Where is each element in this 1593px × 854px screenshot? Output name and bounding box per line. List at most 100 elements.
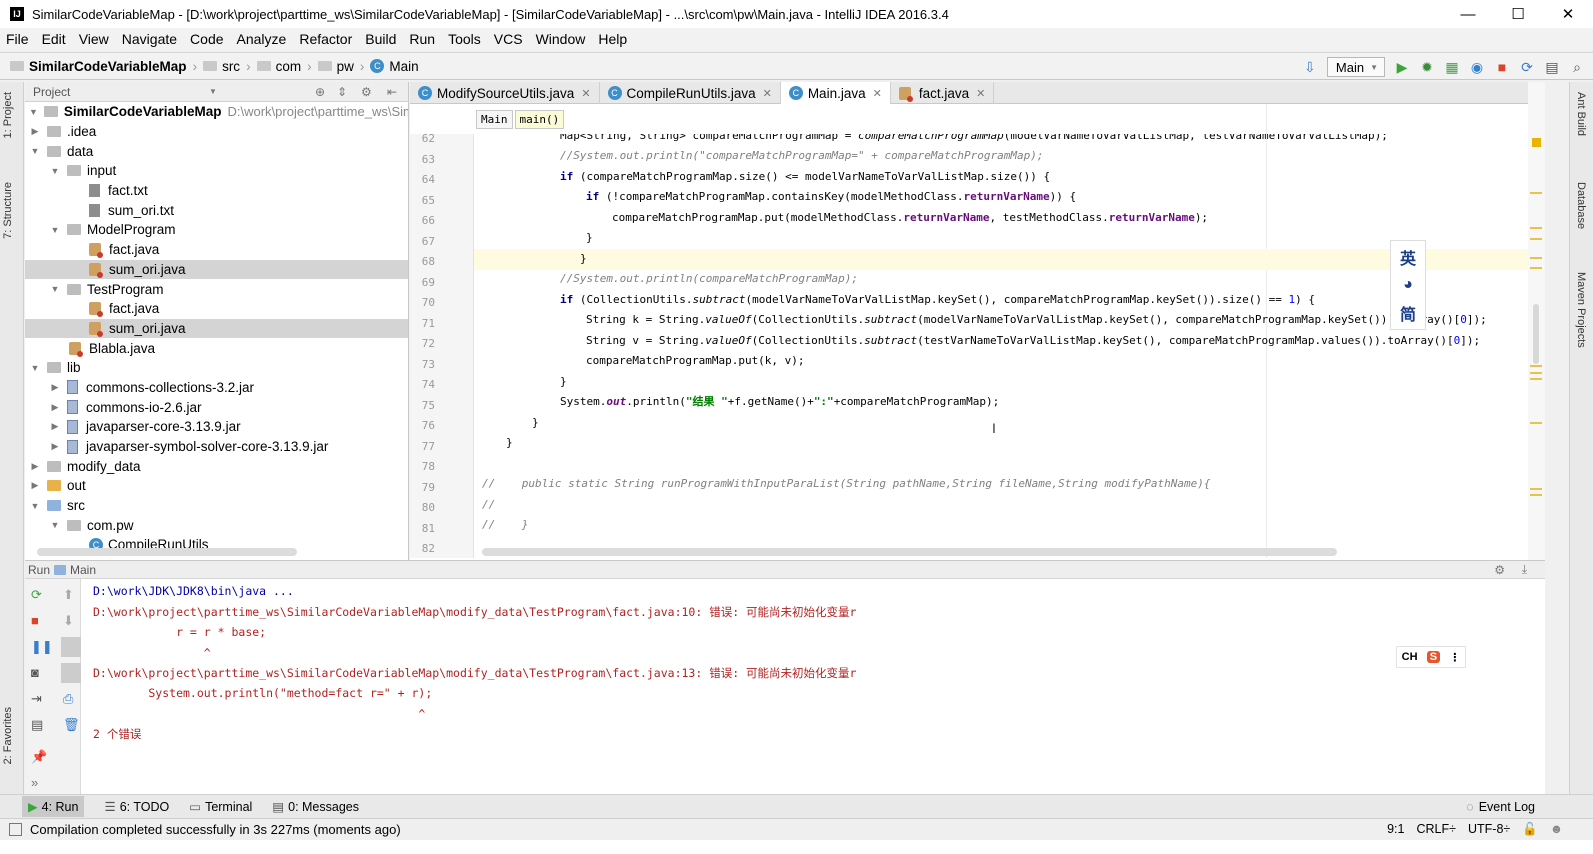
menu-build[interactable]: Build (365, 31, 396, 47)
tree-node[interactable]: ▼ com.pw (25, 515, 408, 535)
warning-mark[interactable] (1530, 257, 1542, 259)
tree-node[interactable]: ▼ src (25, 496, 408, 516)
print-icon[interactable]: ⎙ (63, 691, 79, 707)
warning-mark[interactable] (1530, 378, 1542, 380)
tree-node[interactable]: sum_ori.txt (25, 200, 408, 220)
tab-structure[interactable]: 7: Structure (2, 182, 14, 239)
coverage-icon[interactable]: ▦ (1444, 59, 1460, 75)
project-panel-title[interactable]: Project (33, 85, 70, 99)
warning-mark[interactable] (1530, 238, 1542, 240)
tool-windows-toggle-icon[interactable] (9, 823, 22, 836)
chevron-down-icon[interactable]: ▼ (209, 87, 217, 96)
maximize-button[interactable]: ☐ (1493, 0, 1543, 28)
code-area[interactable]: Map<String, String> compareMatchProgramM… (474, 134, 1545, 558)
ime-toolbar[interactable]: 英 ◕ 简 (1390, 240, 1426, 330)
debug-icon[interactable]: ✹ (1419, 59, 1435, 75)
warning-status-icon[interactable] (1532, 138, 1541, 147)
inspector-icon[interactable]: ☻ (1550, 822, 1563, 837)
warning-mark[interactable] (1530, 372, 1542, 374)
pause-icon[interactable]: ❚❚ (31, 639, 53, 655)
console-output[interactable]: D:\work\JDK\JDK8\bin\java ... D:\work\pr… (93, 581, 1393, 744)
editor-vscrollbar[interactable] (1533, 304, 1539, 364)
locate-icon[interactable]: ⊕ (315, 85, 325, 99)
tool-window-messages[interactable]: ▤ 0: Messages (272, 799, 359, 815)
tab-modifysourceutils[interactable]: C ModifySourceUtils.java ✕ (410, 82, 600, 104)
tool-window-todo[interactable]: ☰ 6: TODO (104, 799, 169, 815)
tab-fact[interactable]: fact.java ✕ (891, 82, 995, 104)
menu-vcs[interactable]: VCS (494, 31, 523, 47)
hide-icon[interactable]: ⤓ (1522, 562, 1527, 577)
tab-compilerunutils[interactable]: C CompileRunUtils.java ✕ (600, 82, 781, 104)
tab-favorites[interactable]: 2: Favorites (2, 707, 14, 764)
run-config-dropdown[interactable]: Main ▼ (1326, 57, 1385, 77)
tab-project[interactable]: 1: Project (2, 92, 14, 138)
menu-navigate[interactable]: Navigate (122, 31, 177, 47)
editor-hscrollbar[interactable] (482, 548, 1337, 556)
breadcrumb-class[interactable]: Main (476, 110, 513, 129)
tree-node[interactable]: ▶ out (25, 476, 408, 496)
stop-icon[interactable]: ■ (1494, 59, 1510, 75)
menu-window[interactable]: Window (536, 31, 586, 47)
warning-mark[interactable] (1530, 365, 1542, 367)
tree-node[interactable]: ▼ input (25, 161, 408, 181)
gear-icon[interactable]: ⚙ (361, 85, 372, 99)
warning-mark[interactable] (1530, 192, 1542, 194)
run-panel-config[interactable]: Main (70, 563, 96, 577)
tree-node[interactable]: ▼ TestProgram (25, 279, 408, 299)
build-icon[interactable]: ⇩ (1302, 59, 1318, 75)
close-button[interactable]: ✕ (1543, 0, 1593, 28)
close-icon[interactable]: ✕ (763, 87, 772, 100)
tree-node[interactable]: Blabla.java (25, 338, 408, 358)
menu-run[interactable]: Run (409, 31, 435, 47)
menu-tools[interactable]: Tools (448, 31, 481, 47)
menu-help[interactable]: Help (598, 31, 627, 47)
tree-node[interactable]: ▶ .idea (25, 122, 408, 142)
tree-node[interactable]: fact.txt (25, 181, 408, 201)
run-icon[interactable]: ▶ (1394, 59, 1410, 75)
tab-database[interactable]: Database (1575, 182, 1587, 229)
ime-moon-icon[interactable]: ◕ (1403, 276, 1413, 294)
nav-com[interactable]: com › (256, 59, 312, 74)
nav-pw[interactable]: pw › (317, 59, 364, 74)
close-icon[interactable]: ✕ (581, 87, 590, 100)
error-stripe[interactable] (1528, 82, 1545, 560)
dump-threads-icon[interactable]: ◙ (31, 665, 47, 681)
line-separator[interactable]: CRLF÷ (1416, 822, 1456, 837)
tree-node[interactable]: fact.java (25, 299, 408, 319)
sync-icon[interactable]: ⟳ (1519, 59, 1535, 75)
warning-mark[interactable] (1530, 267, 1542, 269)
tree-node[interactable]: ▶ commons-io-2.6.jar (25, 397, 408, 417)
warning-mark[interactable] (1530, 494, 1542, 496)
tree-node[interactable]: sum_ori.java (25, 318, 408, 339)
pin-icon[interactable]: 📌 (31, 749, 47, 765)
exit-icon[interactable]: ⇥ (31, 691, 47, 707)
tree-node[interactable]: ▶ commons-collections-3.2.jar (25, 378, 408, 398)
search-icon[interactable]: ⌕ (1569, 59, 1585, 75)
collapse-icon[interactable]: ⇕ (337, 85, 347, 99)
tree-node[interactable]: ▼ ModelProgram (25, 220, 408, 240)
menu-edit[interactable]: Edit (42, 31, 66, 47)
close-icon[interactable]: ✕ (976, 87, 985, 100)
hide-icon[interactable]: ⇤ (387, 85, 397, 99)
tree-node[interactable]: ▶ javaparser-symbol-solver-core-3.13.9.ja… (25, 437, 408, 457)
menu-refactor[interactable]: Refactor (299, 31, 352, 47)
scroll-to-end-icon[interactable] (61, 663, 81, 683)
nav-src[interactable]: src › (203, 59, 251, 74)
tab-main[interactable]: C Main.java ✕ (780, 82, 891, 104)
tree-node[interactable]: ▶ modify_data (25, 456, 408, 476)
event-log-button[interactable]: ◌ Event Log (1466, 795, 1535, 819)
ime-badge[interactable]: CH S ⋮ (1396, 646, 1466, 668)
tool-window-run[interactable]: ▶ 4: Run (22, 796, 85, 817)
tool-window-terminal[interactable]: ▭ Terminal (189, 799, 252, 815)
ime-language-toggle[interactable]: 英 (1400, 245, 1416, 269)
tree-node[interactable]: ▼ lib (25, 358, 408, 378)
warning-mark[interactable] (1530, 227, 1542, 229)
menu-analyze[interactable]: Analyze (237, 31, 287, 47)
minimize-button[interactable]: — (1443, 0, 1493, 28)
rerun-icon[interactable]: ⟳ (31, 587, 47, 603)
lock-icon[interactable]: 🔓 (1522, 822, 1538, 837)
tree-node[interactable]: ▼ SimilarCodeVariableMap D:\work\project\p… (25, 102, 408, 122)
warning-mark[interactable] (1530, 488, 1542, 490)
stop-icon[interactable]: ■ (31, 613, 47, 629)
profile-icon[interactable]: ◉ (1469, 59, 1485, 75)
